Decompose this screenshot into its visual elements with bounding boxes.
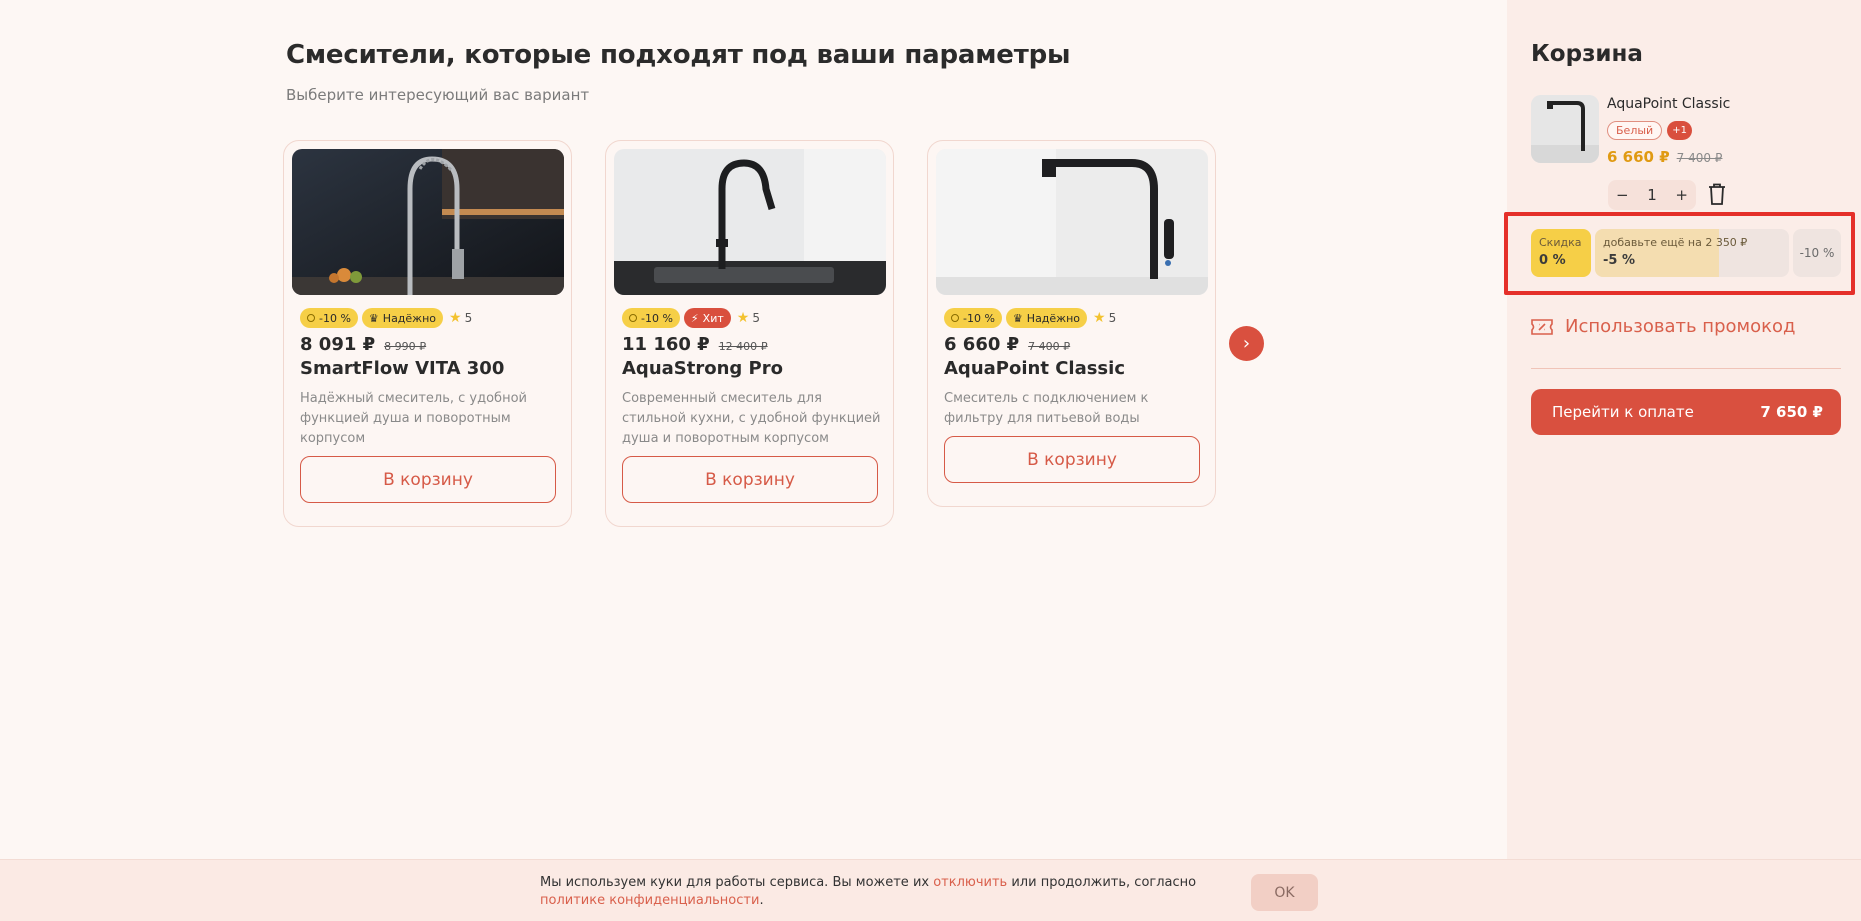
star-icon: ★	[1093, 310, 1106, 326]
product-card[interactable]: -10 % ♛ Надёжно ★ 5 6 660 ₽ 7 400 ₽ AquaPo…	[927, 140, 1216, 507]
minus-button[interactable]: −	[1616, 186, 1629, 204]
product-title[interactable]: SmartFlow VITA 300	[300, 358, 504, 379]
discount-badge: -10 %	[944, 308, 1002, 328]
privacy-policy-link[interactable]: политике конфиденциальности	[540, 893, 759, 908]
trash-icon[interactable]	[1708, 183, 1726, 205]
product-image[interactable]	[614, 149, 886, 295]
product-badges: -10 % ♛ Надёжно ★ 5	[944, 308, 1116, 328]
product-description: Надёжный смеситель, с удобной функцией д…	[300, 391, 527, 446]
promo-code-link[interactable]: Использовать промокод	[1531, 316, 1795, 337]
chevron-right-icon: ›	[1242, 333, 1251, 354]
crown-icon: ♛	[1012, 311, 1023, 325]
discount-current: Скидка 0 %	[1531, 229, 1591, 277]
add-to-cart-button[interactable]: В корзину	[300, 456, 556, 503]
old-price: 12 400 ₽	[718, 340, 768, 353]
next-arrow-button[interactable]: ›	[1229, 326, 1264, 361]
price-row: 6 660 ₽ 7 400 ₽	[944, 334, 1070, 355]
divider	[1531, 368, 1841, 369]
rating-value: 5	[1108, 311, 1117, 325]
quantity-stepper: − 1 +	[1608, 180, 1696, 210]
rating-value: 5	[464, 311, 473, 325]
page-subtitle: Выберите интересующий вас вариант	[286, 86, 590, 104]
cart-item-tags: Белый +1	[1607, 121, 1692, 140]
discount-next-value: -5 %	[1603, 253, 1635, 268]
discount-next-tier: добавьте ещё на 2 350 ₽ -5 %	[1595, 229, 1789, 277]
main-content: Смесители, которые подходят под ваши пар…	[0, 0, 1507, 921]
product-card[interactable]: -10 % ♛ Надёжно ★ 5 8 091 ₽ 8 990 ₽ SmartF…	[283, 140, 572, 527]
cookie-text-part: или продолжить, согласно	[1007, 875, 1197, 890]
rating: ★ 5	[449, 310, 472, 326]
product-image[interactable]	[936, 149, 1208, 295]
old-price: 8 990 ₽	[384, 340, 427, 353]
discount-max-tier: -10 %	[1793, 229, 1841, 277]
star-icon: ★	[736, 310, 750, 326]
product-badges: -10 % ⚡ Хит ★ 5	[622, 308, 760, 328]
rating: ★ 5	[737, 310, 760, 326]
more-colors-badge[interactable]: +1	[1667, 121, 1692, 140]
reliable-badge: ♛ Надёжно	[361, 308, 444, 328]
product-title[interactable]: AquaStrong Pro	[622, 358, 783, 379]
reliable-badge-label: Надёжно	[382, 311, 437, 325]
lightning-icon: ⚡	[690, 311, 699, 325]
cart-title: Корзина	[1531, 41, 1643, 67]
price: 8 091 ₽	[300, 334, 376, 355]
product-badges: -10 % ♛ Надёжно ★ 5	[300, 308, 472, 328]
discount-tag-icon	[307, 314, 315, 322]
checkout-button[interactable]: Перейти к оплате 7 650 ₽	[1531, 389, 1841, 435]
price-row: 8 091 ₽ 8 990 ₽	[300, 334, 426, 355]
product-description: Современный смеситель для стильной кухни…	[622, 391, 881, 446]
page-title: Смесители, которые подходят под ваши пар…	[286, 40, 1071, 70]
product-card[interactable]: -10 % ⚡ Хит ★ 5 11 160 ₽ 12 400 ₽ AquaStro…	[605, 140, 894, 527]
cart-item-price: 6 660 ₽	[1607, 148, 1670, 166]
crown-icon: ♛	[368, 311, 379, 325]
price-row: 11 160 ₽ 12 400 ₽	[622, 334, 768, 355]
reliable-badge-label: Надёжно	[1026, 311, 1081, 325]
product-image[interactable]	[292, 149, 564, 295]
discount-next-label: добавьте ещё на 2 350 ₽	[1603, 236, 1748, 249]
discount-current-label: Скидка	[1539, 236, 1582, 249]
discount-badge-label: -10 %	[963, 311, 995, 325]
cart-item-name[interactable]: AquaPoint Classic	[1607, 96, 1730, 112]
discount-badge: -10 %	[622, 308, 680, 328]
cookie-disable-link[interactable]: отключить	[933, 875, 1007, 890]
cookie-text-part: .	[759, 893, 764, 908]
discount-badge-label: -10 %	[319, 311, 351, 325]
cart-item-image[interactable]	[1531, 95, 1599, 163]
price: 11 160 ₽	[622, 334, 710, 355]
cart-item-price-row: 6 660 ₽ 7 400 ₽	[1607, 148, 1722, 166]
add-to-cart-button[interactable]: В корзину	[622, 456, 878, 503]
hit-badge: ⚡ Хит	[683, 308, 731, 328]
plus-button[interactable]: +	[1675, 186, 1688, 204]
ticket-icon	[1531, 318, 1553, 335]
discount-tag-icon	[951, 314, 959, 322]
cookie-text: Мы используем куки для работы сервиса. В…	[540, 874, 1240, 910]
add-to-cart-button[interactable]: В корзину	[944, 436, 1200, 483]
reliable-badge: ♛ Надёжно	[1005, 308, 1088, 328]
rating-value: 5	[752, 311, 760, 325]
checkout-total: 7 650 ₽	[1760, 403, 1823, 421]
checkout-label: Перейти к оплате	[1552, 403, 1694, 421]
discount-current-value: 0 %	[1539, 253, 1566, 268]
price: 6 660 ₽	[944, 334, 1020, 355]
discount-badge: -10 %	[300, 308, 358, 328]
product-description: Смеситель с подключением к фильтру для п…	[944, 391, 1149, 426]
old-price: 7 400 ₽	[1028, 340, 1071, 353]
quantity-value[interactable]: 1	[1647, 186, 1657, 204]
cart-item-old-price: 7 400 ₽	[1676, 151, 1723, 165]
cookie-ok-button[interactable]: OK	[1251, 874, 1318, 911]
discount-badge-label: -10 %	[641, 311, 673, 325]
product-title[interactable]: AquaPoint Classic	[944, 358, 1125, 379]
star-icon: ★	[449, 310, 462, 326]
cookie-banner: Мы используем куки для работы сервиса. В…	[0, 859, 1861, 921]
cart-sidebar: Корзина AquaPoint Classic Белый +1 6 660…	[1504, 0, 1861, 921]
rating: ★ 5	[1093, 310, 1116, 326]
hit-badge-label: Хит	[702, 311, 724, 325]
color-tag[interactable]: Белый	[1607, 121, 1663, 140]
promo-code-label[interactable]: Использовать промокод	[1565, 316, 1795, 337]
discount-tag-icon	[629, 314, 637, 322]
cookie-text-part: Мы используем куки для работы сервиса. В…	[540, 875, 934, 890]
